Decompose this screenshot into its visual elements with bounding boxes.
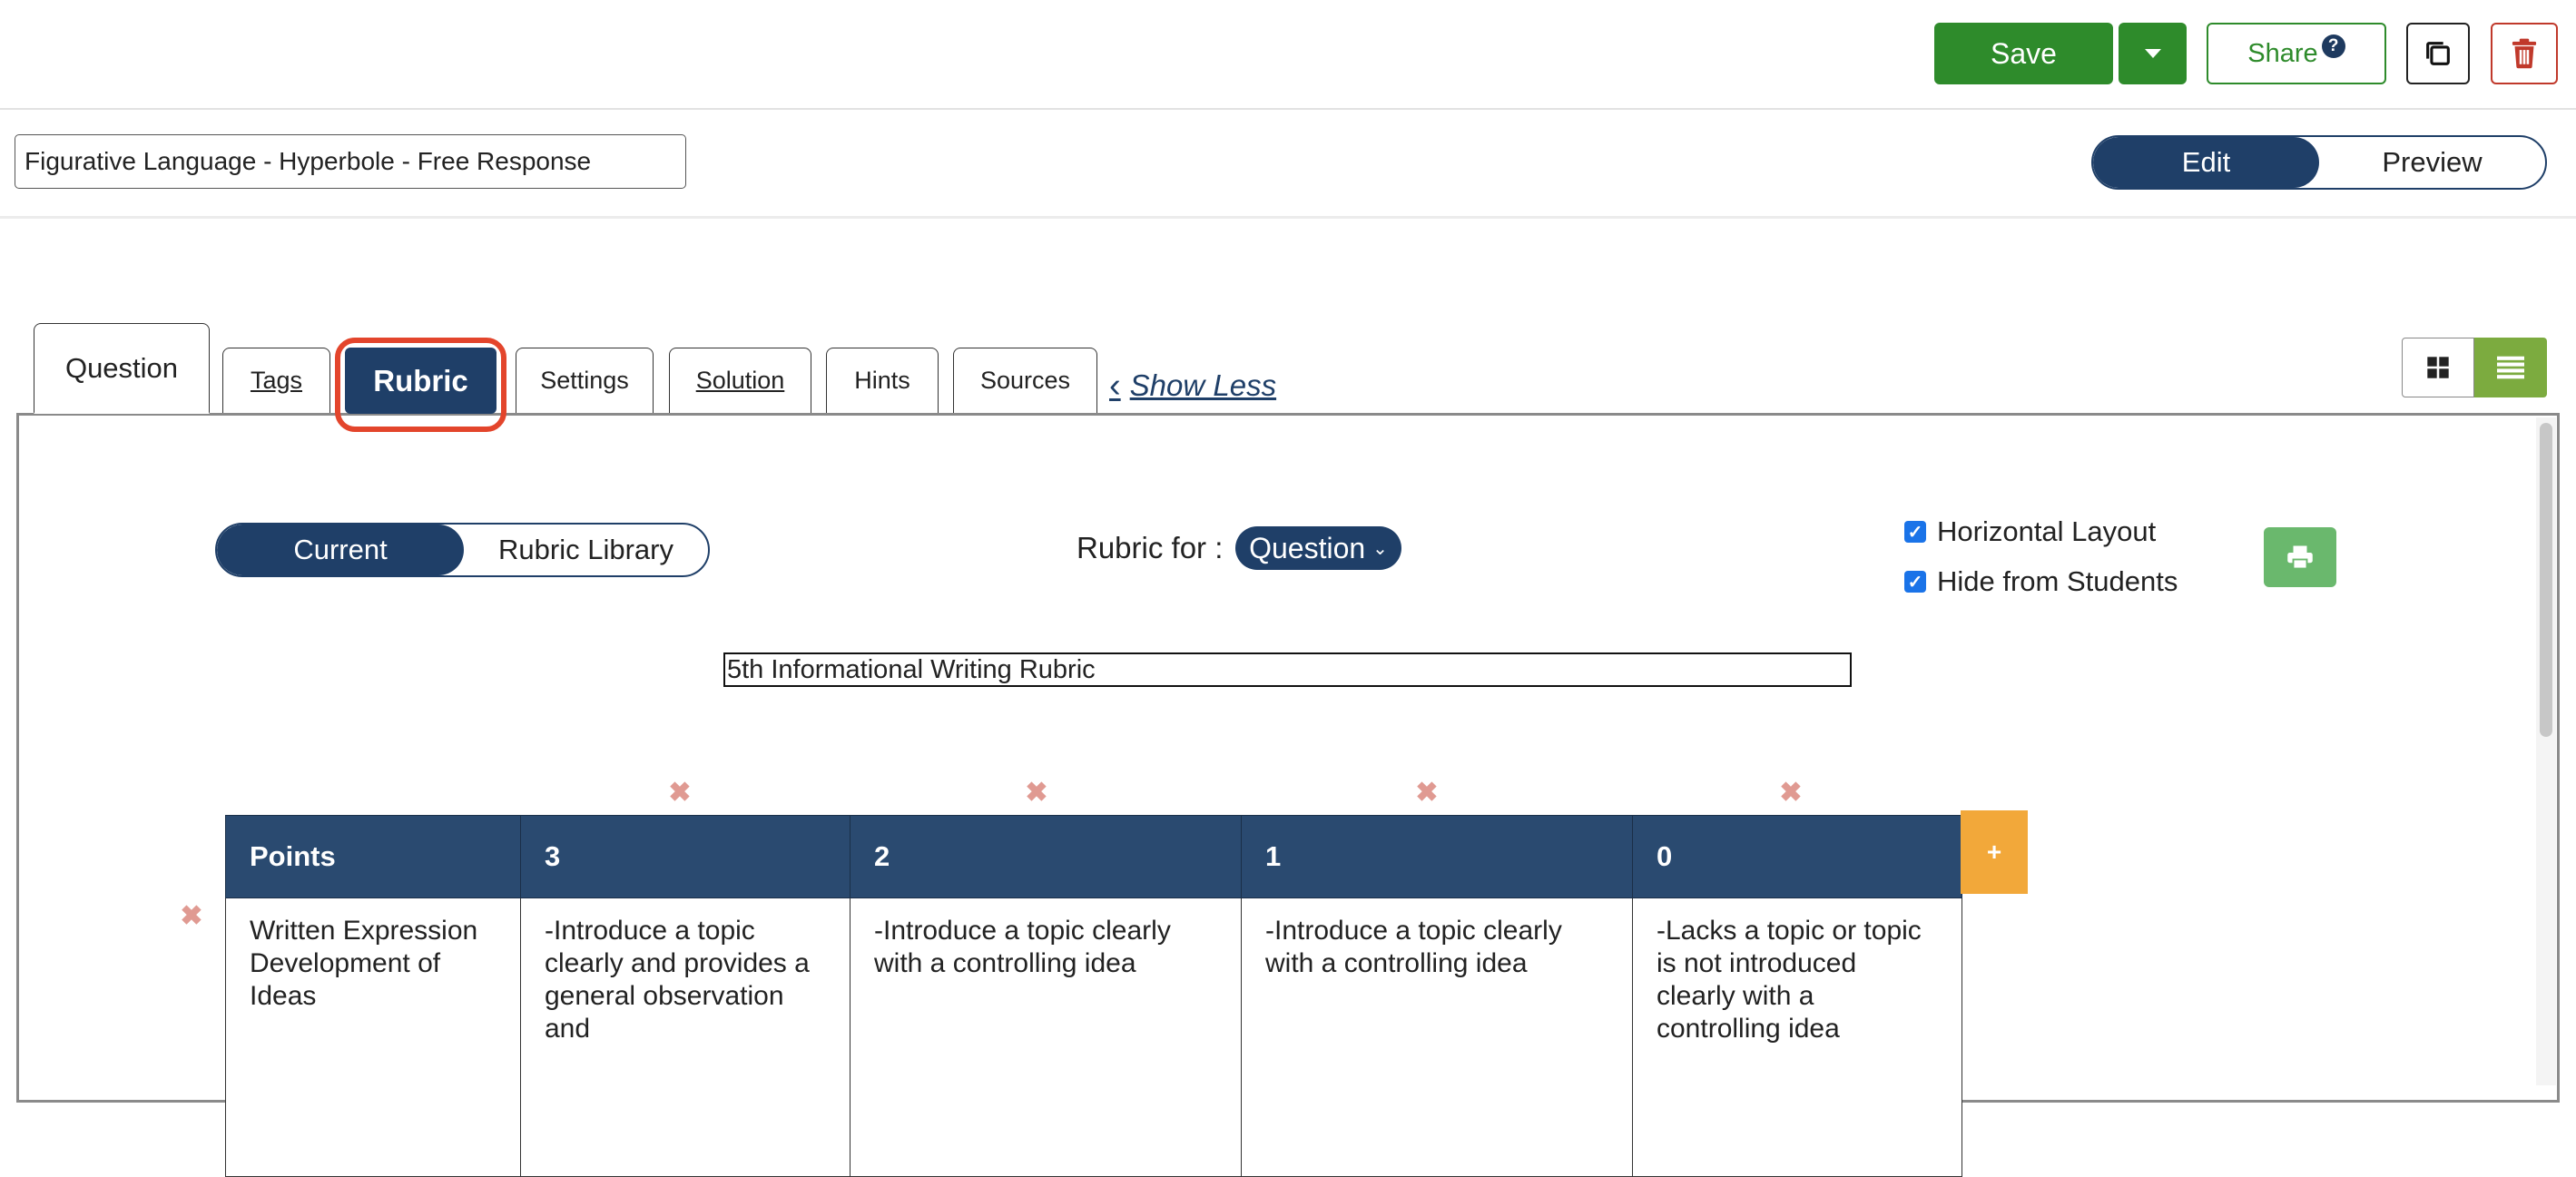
chevron-left-icon: ‹ — [1109, 366, 1121, 405]
share-button[interactable]: Share ? — [2207, 23, 2386, 84]
score-header-2[interactable]: 2 — [850, 815, 1242, 898]
show-less-label: Show Less — [1129, 368, 1277, 402]
save-button[interactable]: Save — [1934, 23, 2113, 84]
list-view-button[interactable] — [2474, 338, 2547, 397]
preview-mode-option[interactable]: Preview — [2319, 137, 2545, 188]
trash-icon — [2512, 38, 2537, 69]
rubric-title-input[interactable] — [723, 652, 1852, 687]
delete-column-1-icon[interactable]: ✖ — [1413, 777, 1440, 809]
help-icon[interactable]: ? — [2321, 34, 2345, 58]
panel-scrollbar-thumb[interactable] — [2540, 423, 2552, 737]
share-label: Share — [2247, 38, 2318, 68]
tab-tags[interactable]: Tags — [222, 348, 330, 413]
tab-sources[interactable]: Sources — [953, 348, 1097, 413]
caret-down-icon — [2144, 49, 2161, 58]
rubric-header-row: Points 3 2 1 0 — [225, 815, 1962, 898]
add-column-button[interactable]: + — [1961, 810, 2028, 894]
points-header: Points — [225, 815, 521, 898]
tab-settings[interactable]: Settings — [516, 348, 654, 413]
show-less-link[interactable]: ‹ Show Less — [1109, 363, 1276, 408]
score-header-1[interactable]: 1 — [1241, 815, 1633, 898]
delete-button[interactable] — [2491, 23, 2558, 84]
descriptor-cell-3[interactable]: -Introduce a topic clearly and provides … — [520, 897, 850, 1177]
delete-row-icon[interactable]: ✖ — [178, 900, 205, 932]
delete-column-3-icon[interactable]: ✖ — [666, 777, 693, 809]
hide-from-students-option[interactable]: ✓ Hide from Students — [1904, 565, 2178, 598]
rubric-for-value: Question — [1249, 531, 1366, 564]
hide-from-students-checkbox[interactable]: ✓ — [1904, 571, 1926, 593]
save-options-dropdown-button[interactable] — [2119, 23, 2187, 84]
rubric-source-toggle[interactable]: Current Rubric Library — [215, 523, 710, 577]
score-header-3[interactable]: 3 — [520, 815, 850, 898]
edit-mode-option[interactable]: Edit — [2093, 137, 2319, 188]
rubric-library-option[interactable]: Rubric Library — [464, 525, 708, 575]
descriptor-cell-1[interactable]: -Introduce a topic clearly with a contro… — [1241, 897, 1633, 1177]
horizontal-layout-option[interactable]: ✓ Horizontal Layout — [1904, 515, 2156, 548]
edit-preview-toggle[interactable]: Edit Preview — [2091, 135, 2547, 190]
descriptor-cell-0[interactable]: -Lacks a topic or topic is not introduce… — [1632, 897, 1962, 1177]
tab-question[interactable]: Question — [34, 323, 210, 414]
table-row: Written Expression Development of Ideas … — [225, 897, 1962, 1177]
list-view-icon — [2497, 356, 2524, 379]
grid-view-icon — [2427, 357, 2449, 378]
rubric-for-select[interactable]: Question ⌄ — [1235, 526, 1401, 570]
horizontal-layout-label: Horizontal Layout — [1937, 515, 2157, 547]
delete-column-0-icon[interactable]: ✖ — [1777, 777, 1804, 809]
tab-solution[interactable]: Solution — [669, 348, 811, 413]
tab-rubric[interactable]: Rubric — [345, 348, 497, 414]
horizontal-layout-checkbox[interactable]: ✓ — [1904, 521, 1926, 543]
chevron-down-icon: ⌄ — [1372, 538, 1388, 559]
question-title-input[interactable] — [15, 134, 686, 189]
print-button[interactable] — [2264, 527, 2336, 587]
rubric-for-label: Rubric for : — [1077, 531, 1224, 564]
tab-hints[interactable]: Hints — [826, 348, 939, 413]
header-divider — [0, 216, 2576, 219]
toolbar-divider — [0, 108, 2576, 110]
duplicate-button[interactable] — [2406, 23, 2470, 84]
grid-view-button[interactable] — [2402, 338, 2474, 397]
rubric-table: Points 3 2 1 0 Written Expression Develo… — [225, 815, 1962, 1177]
print-icon — [2287, 545, 2313, 570]
descriptor-cell-2[interactable]: -Introduce a topic clearly with a contro… — [850, 897, 1242, 1177]
current-rubric-option[interactable]: Current — [217, 525, 464, 575]
copy-icon — [2426, 42, 2450, 65]
criterion-cell[interactable]: Written Expression Development of Ideas — [225, 897, 521, 1177]
hide-from-students-label: Hide from Students — [1937, 565, 2178, 597]
delete-column-2-icon[interactable]: ✖ — [1023, 777, 1050, 809]
score-header-0[interactable]: 0 — [1632, 815, 1962, 898]
